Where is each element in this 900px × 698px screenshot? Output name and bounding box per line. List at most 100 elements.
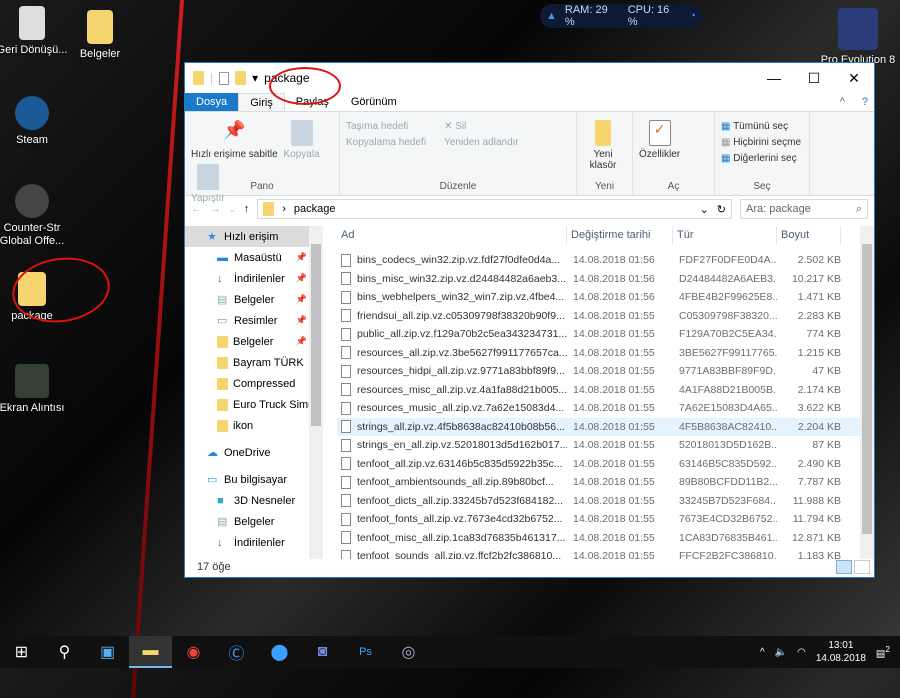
file-date: 14.08.2018 01:55 xyxy=(573,383,655,396)
column-type[interactable]: Tür xyxy=(673,226,777,244)
volume-icon[interactable]: 🔈 xyxy=(775,647,787,658)
scroll-thumb[interactable] xyxy=(862,244,872,534)
nav-item[interactable]: ▤ Belgeler 📌 xyxy=(185,289,323,310)
file-row[interactable]: strings_all.zip.vz.4f5b8638ac82410b08b56… xyxy=(337,417,874,436)
copy-button[interactable]: Kopyala xyxy=(283,116,320,160)
file-row[interactable]: resources_misc_all.zip.vz.4a1fa88d21b005… xyxy=(337,381,874,400)
nav-item[interactable]: ▭ Resimler 📌 xyxy=(185,310,323,331)
pin-icon[interactable]: 📌 xyxy=(296,273,307,284)
tab-dosya[interactable]: Dosya xyxy=(185,93,239,111)
invert-selection-button[interactable]: ▦ Diğerlerini seç xyxy=(721,153,803,164)
address-dropdown-icon[interactable]: ⌄ xyxy=(700,203,709,216)
file-row[interactable]: tenfoot_dicts_all.zip.33245b7d523f684182… xyxy=(337,492,874,511)
file-row[interactable]: bins_webhelpers_win32_win7.zip.vz.4fbe4.… xyxy=(337,288,874,307)
help-icon[interactable]: ? xyxy=(856,93,874,111)
tab-gorunum[interactable]: Görünüm xyxy=(340,93,408,111)
file-row[interactable]: bins_codecs_win32.zip.vz.fdf27f0dfe0d4a.… xyxy=(337,251,874,270)
properties-button[interactable]: ✓ Özellikler xyxy=(639,116,680,160)
nav-item[interactable]: ikon xyxy=(185,415,323,436)
clock[interactable]: 13:01 14.08.2018 xyxy=(816,639,866,665)
nav-item[interactable]: ↓ İndirilenler 📌 xyxy=(185,268,323,289)
collapse-ribbon-icon[interactable]: ^ xyxy=(829,93,856,111)
file-row[interactable]: resources_hidpi_all.zip.vz.9771a83bbf89f… xyxy=(337,362,874,381)
new-folder-qa-icon[interactable] xyxy=(235,71,247,85)
details-view-button[interactable] xyxy=(836,560,852,574)
large-icons-view-button[interactable] xyxy=(854,560,870,574)
nav-item[interactable]: Compressed xyxy=(185,373,323,394)
task-view-button[interactable]: ▣ xyxy=(86,636,129,668)
nav-item[interactable]: Euro Truck Simu xyxy=(185,394,323,415)
refresh-icon[interactable]: ↻ xyxy=(717,203,726,216)
pin-icon[interactable]: 📌 xyxy=(296,315,307,326)
select-none-button[interactable]: ▦ Hiçbirini seçme xyxy=(721,137,803,148)
address-bar[interactable]: › package ⌄ ↻ xyxy=(257,199,732,219)
system-monitor-widget[interactable]: ▲ RAM: 29 % CPU: 16 % ◔ xyxy=(540,4,702,28)
nav-item[interactable]: ▤ Belgeler xyxy=(185,511,323,532)
start-button[interactable]: ⊞ xyxy=(0,636,43,668)
taskbar-chrome[interactable]: ◉ xyxy=(172,636,215,668)
desktop-icon-steam[interactable]: Steam xyxy=(0,96,70,147)
taskbar-photoshop[interactable]: Ps xyxy=(344,636,387,668)
file-row[interactable]: tenfoot_ambientsounds_all.zip.89b80bcf..… xyxy=(337,473,874,492)
nav-item[interactable]: Belgeler 📌 xyxy=(185,331,323,352)
nav-item[interactable]: ↓ İndirilenler xyxy=(185,532,323,553)
file-row[interactable]: tenfoot_fonts_all.zip.vz.7673e4cd32b6752… xyxy=(337,510,874,529)
nav-item[interactable]: ▭ Bu bilgisayar xyxy=(185,469,323,490)
close-button[interactable]: ✕ xyxy=(834,70,874,87)
copy-to-button[interactable]: Kopyalama hedefi xyxy=(346,137,426,148)
column-size[interactable]: Boyut xyxy=(777,226,841,244)
desktop-icon-csgo[interactable]: Counter-Str Global Offe... xyxy=(0,184,70,248)
taskbar-file-explorer[interactable]: ▬ xyxy=(129,636,172,668)
action-center-button[interactable]: ▤2 xyxy=(876,644,890,659)
forward-button[interactable]: → xyxy=(210,203,221,215)
properties-qa-icon[interactable] xyxy=(219,71,230,85)
new-folder-button[interactable]: Yeni klasör xyxy=(583,116,623,171)
nav-item[interactable]: ■ 3D Nesneler xyxy=(185,490,323,511)
file-row[interactable]: tenfoot_misc_all.zip.1ca83d76835b461317.… xyxy=(337,529,874,548)
desktop-icon-belgeler[interactable]: Belgeler xyxy=(62,10,138,61)
file-row[interactable]: strings_en_all.zip.vz.52018013d5d162b017… xyxy=(337,436,874,455)
pin-icon[interactable]: 📌 xyxy=(296,252,307,263)
column-name[interactable]: Ad xyxy=(337,226,567,244)
file-row[interactable]: tenfoot_all.zip.vz.63146b5c835d5922b35c.… xyxy=(337,455,874,474)
file-row[interactable]: resources_all.zip.vz.3be5627f991177657ca… xyxy=(337,344,874,363)
select-all-button[interactable]: ▦ Tümünü seç xyxy=(721,121,803,132)
breadcrumb-package[interactable]: package xyxy=(294,203,336,215)
nav-scrollbar[interactable] xyxy=(309,226,323,559)
search-input[interactable]: Ara: package ⌕ xyxy=(740,199,868,219)
back-button[interactable]: ← xyxy=(191,203,202,215)
rename-button[interactable]: Yeniden adlandır xyxy=(444,137,519,148)
desktop-icon-recycle-bin[interactable]: Geri Dönüşü... xyxy=(0,6,70,57)
search-button[interactable]: ⚲ xyxy=(43,636,86,668)
nav-item[interactable]: Bayram TÜRK xyxy=(185,352,323,373)
list-scrollbar[interactable] xyxy=(860,226,874,559)
file-row[interactable]: public_all.zip.vz.f129a70b2c5ea343234731… xyxy=(337,325,874,344)
column-date[interactable]: Değiştirme tarihi xyxy=(567,226,673,244)
scroll-thumb[interactable] xyxy=(311,244,321,426)
pin-quick-access-button[interactable]: 📌 Hızlı erişime sabitle xyxy=(191,116,278,160)
file-date: 14.08.2018 01:55 xyxy=(573,476,655,489)
nav-item[interactable]: ★ Hızlı erişim xyxy=(185,226,323,247)
move-to-button[interactable]: Taşıma hedefi xyxy=(346,121,426,132)
qa-dropdown-icon[interactable]: ▾ xyxy=(252,71,258,85)
desktop-icon-pes[interactable]: Pro Evolution 8 xyxy=(820,8,896,67)
nav-item[interactable]: ▬ Masaüstü 📌 xyxy=(185,247,323,268)
show-hidden-icons[interactable]: ^ xyxy=(760,647,765,658)
file-row[interactable]: resources_music_all.zip.vz.7a62e15083d4.… xyxy=(337,399,874,418)
nav-item[interactable]: ☁ OneDrive xyxy=(185,442,323,463)
minimize-button[interactable]: — xyxy=(754,70,794,87)
desktop-icon-ekran-alintisi[interactable]: Ekran Alıntısı xyxy=(0,364,70,415)
taskbar-ccleaner[interactable]: Ⓒ xyxy=(215,636,258,668)
pin-icon[interactable]: 📌 xyxy=(296,336,307,347)
file-row[interactable]: friendsui_all.zip.vz.c05309798f38320b90f… xyxy=(337,307,874,326)
taskbar-app-z[interactable]: ⬤ xyxy=(258,636,301,668)
recent-locations-button[interactable]: ⌄ xyxy=(229,205,236,214)
delete-button[interactable]: ✕ Sil xyxy=(444,121,519,132)
wifi-icon[interactable]: ◠ xyxy=(797,647,806,658)
up-button[interactable]: ↑ xyxy=(244,203,250,215)
taskbar-steam[interactable]: ◎ xyxy=(387,636,430,668)
taskbar-discord[interactable]: ◙ xyxy=(301,636,344,668)
file-row[interactable]: bins_misc_win32.zip.vz.d24484482a6aeb3..… xyxy=(337,270,874,289)
maximize-button[interactable]: ☐ xyxy=(794,70,834,87)
pin-icon[interactable]: 📌 xyxy=(296,294,307,305)
